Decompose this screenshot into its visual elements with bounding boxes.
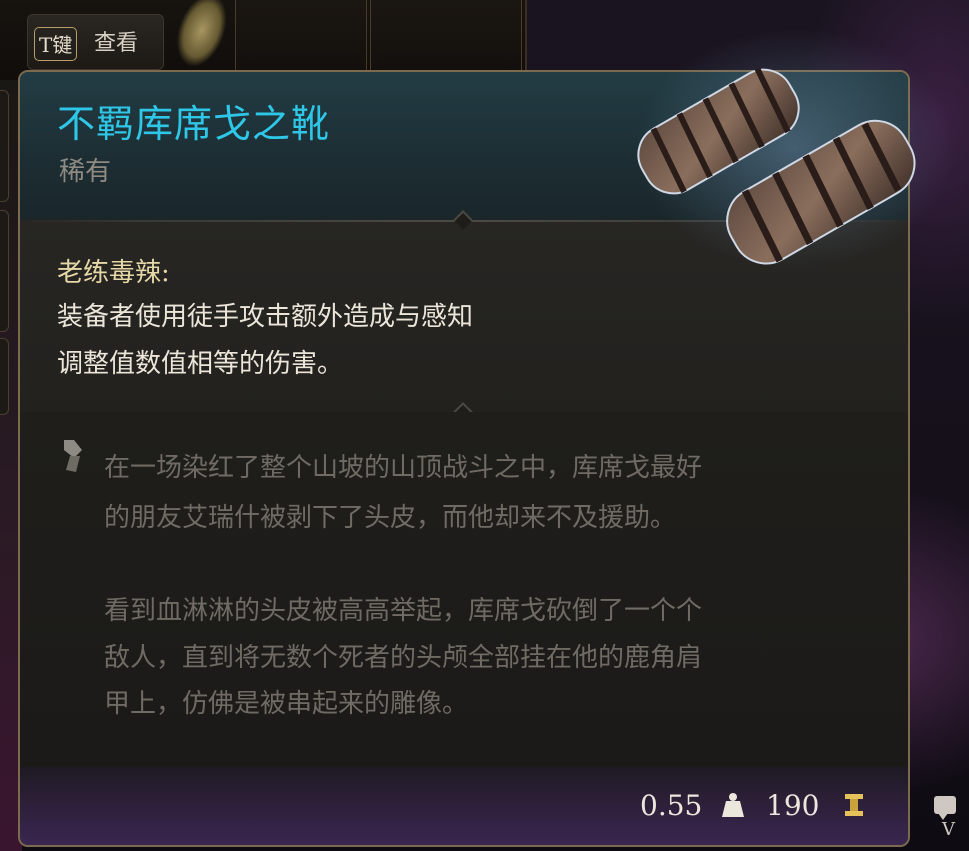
tooltip-footer: 0.55 190 xyxy=(20,767,908,845)
item-name: 不羁库席戈之靴 xyxy=(57,102,331,146)
effect-title: 老练毒辣: xyxy=(57,258,170,288)
lore-line: 的朋友艾瑞什被剥下了头皮，而他却来不及援助。 xyxy=(104,503,677,533)
game-scene: T键 查看 V 不羁库席戈之靴 稀有 老练毒辣: 装备者使用徒手攻击额外造成与感… xyxy=(0,0,969,851)
inspect-label: 查看 xyxy=(94,31,139,56)
weight-icon xyxy=(722,793,744,817)
lore-line: 甲上，仿佛是被串起来的雕像。 xyxy=(104,689,469,719)
item-rarity: 稀有 xyxy=(59,157,112,187)
lore-line: 敌人，直到将无数个死者的头颅全部挂在他的鹿角肩 xyxy=(104,643,703,673)
item-weight: 0.55 xyxy=(640,789,703,822)
inspect-key-hint[interactable]: T键 查看 xyxy=(27,14,164,70)
gold-coin-icon xyxy=(845,794,863,816)
tooltip-lore-section: 在一场染红了整个山坡的山顶战斗之中，库席戈最好 的朋友艾瑞什被剥下了头皮，而他却… xyxy=(20,412,908,767)
inventory-slot[interactable] xyxy=(370,0,522,80)
chat-hotkey: V xyxy=(942,819,955,840)
item-image-wrapped-boots xyxy=(635,28,955,268)
keycap-t: T键 xyxy=(34,27,78,61)
effect-description-line: 调整值数值相等的伤害。 xyxy=(57,349,344,379)
chat-bubble-icon xyxy=(934,796,956,820)
left-panel-tab[interactable] xyxy=(0,338,9,415)
lore-line: 看到血淋淋的头皮被高高举起，库席戈砍倒了一个个 xyxy=(104,596,703,626)
quill-icon xyxy=(64,440,82,472)
left-panel-tab[interactable] xyxy=(0,210,9,332)
chat-button[interactable]: V xyxy=(928,792,964,847)
left-panel-tab[interactable] xyxy=(0,90,9,202)
item-value: 190 xyxy=(766,789,820,822)
lore-line: 在一场染红了整个山坡的山顶战斗之中，库席戈最好 xyxy=(104,453,703,483)
effect-description-line: 装备者使用徒手攻击额外造成与感知 xyxy=(57,302,474,332)
inventory-slot[interactable] xyxy=(235,0,367,80)
